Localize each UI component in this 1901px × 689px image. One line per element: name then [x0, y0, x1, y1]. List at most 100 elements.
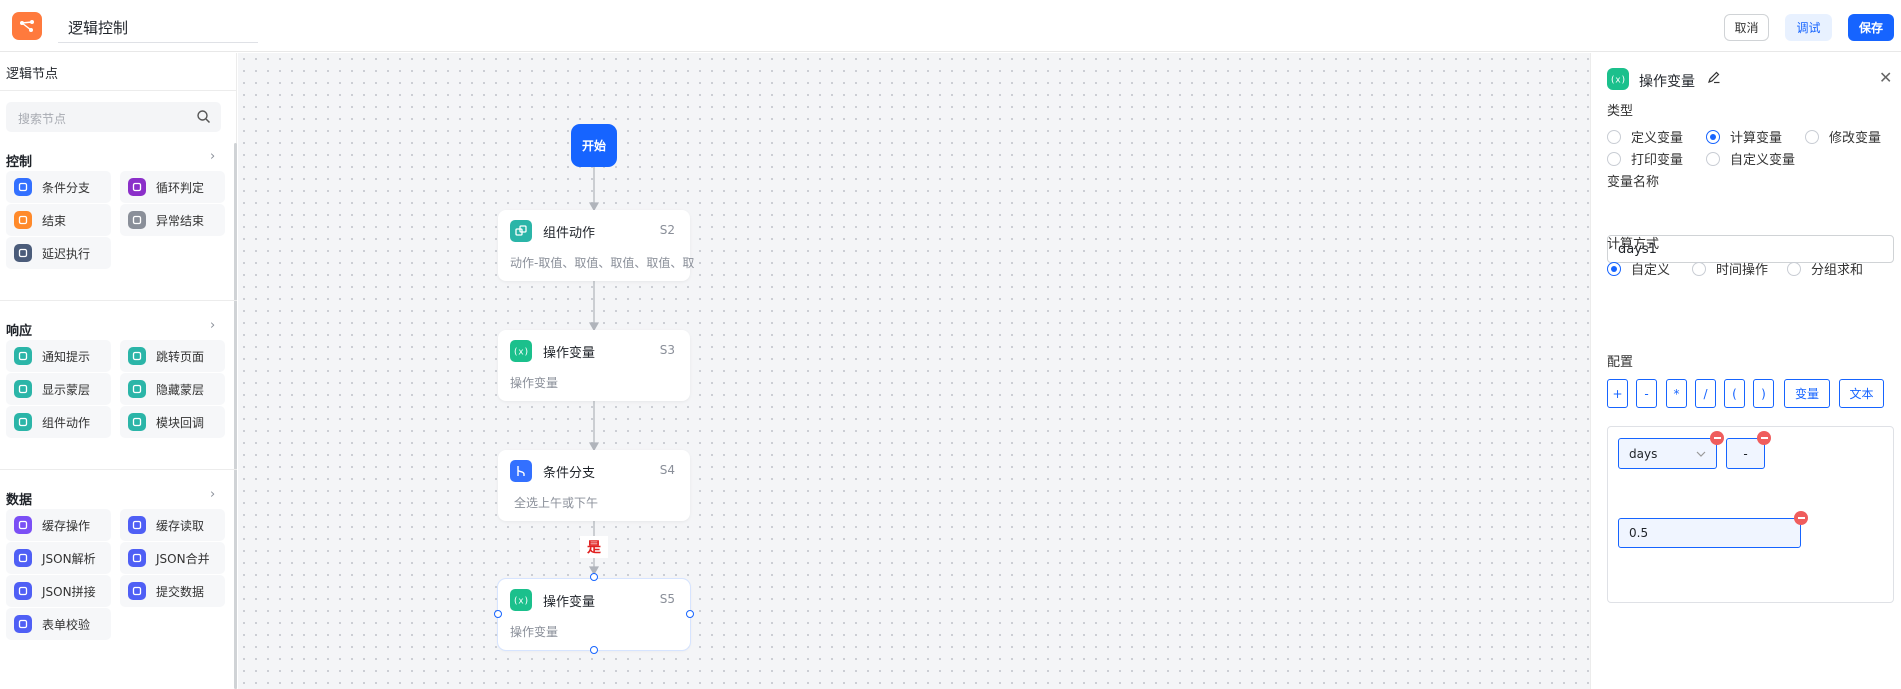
sidebar-node-label: 表单校验	[42, 617, 91, 632]
operator-button[interactable]: 变量	[1784, 379, 1830, 408]
sidebar-node-item[interactable]: 循环判定	[120, 171, 225, 203]
operator-button[interactable]: +	[1607, 379, 1628, 408]
node-title: 操作变量	[543, 595, 596, 610]
submit-data-icon	[128, 582, 146, 600]
method-radio-option[interactable]: 自定义	[1607, 259, 1670, 278]
flow-logo-icon	[20, 20, 34, 32]
search-icon[interactable]	[196, 109, 211, 124]
abnormal-end-icon	[128, 211, 146, 229]
variable-icon: (x)	[1607, 68, 1629, 90]
type-radio-option[interactable]: 计算变量	[1706, 127, 1782, 146]
flow-node-s3[interactable]: (x) 操作变量 S3 操作变量	[498, 330, 690, 401]
sidebar-node-item[interactable]: 异常结束	[120, 204, 225, 236]
connection-handle-left[interactable]	[494, 610, 502, 618]
operator-button[interactable]: /	[1695, 379, 1716, 408]
sidebar-divider	[0, 300, 237, 301]
sidebar-node-item[interactable]: 组件动作	[6, 406, 111, 438]
sidebar-divider	[0, 90, 237, 91]
chevron-right-icon[interactable]: ›	[210, 318, 215, 333]
svg-text:(x): (x)	[514, 597, 528, 607]
sidebar-node-item[interactable]: 缓存读取	[120, 509, 225, 541]
config-label: 配置	[1607, 355, 1634, 370]
type-radio-option[interactable]: 定义变量	[1607, 127, 1683, 146]
sidebar-node-item[interactable]: 提交数据	[120, 575, 225, 607]
operator-button[interactable]: (	[1724, 379, 1745, 408]
sidebar-node-label: 条件分支	[42, 180, 91, 195]
connection-handle-top[interactable]	[590, 573, 598, 581]
sidebar-node-item[interactable]: 模块回调	[120, 406, 225, 438]
start-node[interactable]: 开始	[571, 124, 617, 167]
flow-node-s4[interactable]: 条件分支 S4 全选上午或下午	[498, 450, 690, 521]
variable-select[interactable]: days	[1618, 438, 1717, 469]
node-step-id: S2	[659, 223, 675, 237]
operator-button[interactable]: -	[1636, 379, 1657, 408]
json-merge-icon	[128, 549, 146, 567]
method-radio-option[interactable]: 分组求和	[1787, 259, 1863, 278]
method-radio-option[interactable]: 时间操作	[1692, 259, 1768, 278]
connection-handle-bottom[interactable]	[590, 646, 598, 654]
sidebar-node-item[interactable]: 跳转页面	[120, 340, 225, 372]
operator-button[interactable]: 文本	[1839, 379, 1884, 408]
sidebar-node-item[interactable]: 结束	[6, 204, 111, 236]
sidebar-node-item[interactable]: 通知提示	[6, 340, 111, 372]
sidebar-node-label: 模块回调	[156, 415, 205, 430]
sidebar-node-label: JSON解析	[42, 551, 96, 566]
type-radio-option[interactable]: 自定义变量	[1706, 149, 1795, 168]
component-action-icon	[510, 220, 532, 242]
group-title[interactable]: 数据	[6, 489, 32, 508]
constant-input[interactable]: 0.5	[1618, 518, 1801, 548]
radio-label: 定义变量	[1631, 131, 1684, 146]
sidebar-scrollbar[interactable]	[234, 143, 237, 689]
flow-node-s2[interactable]: 组件动作 S2 动作-取值、取值、取值、取值、取	[498, 210, 694, 281]
expression-editor[interactable]: days - 0.5	[1607, 426, 1894, 603]
sidebar-node-label: 结束	[42, 213, 67, 228]
connection-handle-right[interactable]	[686, 610, 694, 618]
sidebar-node-item[interactable]: JSON合并	[120, 542, 225, 574]
flow-canvas[interactable]: 开始 组件动作 S2 动作-取值、取值、取值、取值、取 (x) 操作变量 S3 …	[238, 53, 1590, 689]
sidebar-node-item[interactable]: 表单校验	[6, 608, 111, 640]
save-button[interactable]: 保存	[1848, 14, 1894, 41]
form-validate-icon	[14, 615, 32, 633]
sidebar-node-item[interactable]: JSON解析	[6, 542, 111, 574]
node-title: 条件分支	[543, 466, 596, 481]
sidebar-node-item[interactable]: 缓存操作	[6, 509, 111, 541]
close-icon[interactable]: ✕	[1879, 68, 1892, 87]
svg-text:(x): (x)	[1611, 76, 1625, 86]
json-parse-icon	[14, 549, 32, 567]
edit-icon[interactable]	[1707, 70, 1721, 84]
sidebar-node-item[interactable]: 延迟执行	[6, 237, 111, 269]
radio-dot	[1706, 129, 1720, 144]
remove-token-icon[interactable]	[1757, 431, 1771, 445]
node-search-input[interactable]: 搜索节点	[6, 102, 221, 132]
method-label: 计算方式	[1607, 237, 1660, 252]
cancel-button[interactable]: 取消	[1724, 14, 1769, 41]
module-callback-icon	[128, 413, 146, 431]
remove-token-icon[interactable]	[1710, 431, 1724, 445]
chevron-right-icon[interactable]: ›	[210, 487, 215, 502]
operator-button[interactable]: )	[1753, 379, 1774, 408]
variable-select-value: days	[1629, 446, 1658, 461]
group-title[interactable]: 响应	[6, 320, 32, 339]
debug-button[interactable]: 调试	[1785, 14, 1832, 41]
group-title[interactable]: 控制	[6, 151, 32, 170]
sidebar-node-item[interactable]: 隐藏蒙层	[120, 373, 225, 405]
sidebar-node-label: 异常结束	[156, 213, 205, 228]
top-header: 逻辑控制 取消 调试 保存	[0, 0, 1901, 52]
sidebar-node-label: 延迟执行	[42, 246, 91, 261]
sidebar-node-item[interactable]: 显示蒙层	[6, 373, 111, 405]
remove-token-icon[interactable]	[1794, 511, 1808, 525]
operator-button[interactable]: *	[1666, 379, 1687, 408]
sidebar-node-item[interactable]: 条件分支	[6, 171, 111, 203]
jump-icon	[128, 347, 146, 365]
flow-node-s5[interactable]: (x) 操作变量 S5 操作变量	[497, 578, 691, 651]
sidebar-node-item[interactable]: JSON拼接	[6, 575, 111, 607]
sidebar-node-label: 缓存操作	[42, 518, 91, 533]
type-radio-option[interactable]: 修改变量	[1805, 127, 1881, 146]
chevron-right-icon[interactable]: ›	[210, 149, 215, 164]
radio-dot	[1607, 261, 1621, 276]
type-radio-option[interactable]: 打印变量	[1607, 149, 1683, 168]
branch-yes-label[interactable]: 是	[580, 536, 608, 558]
flow-title-input[interactable]: 逻辑控制	[58, 10, 258, 43]
sidebar-node-label: JSON拼接	[42, 584, 96, 599]
radio-label: 修改变量	[1829, 131, 1882, 146]
